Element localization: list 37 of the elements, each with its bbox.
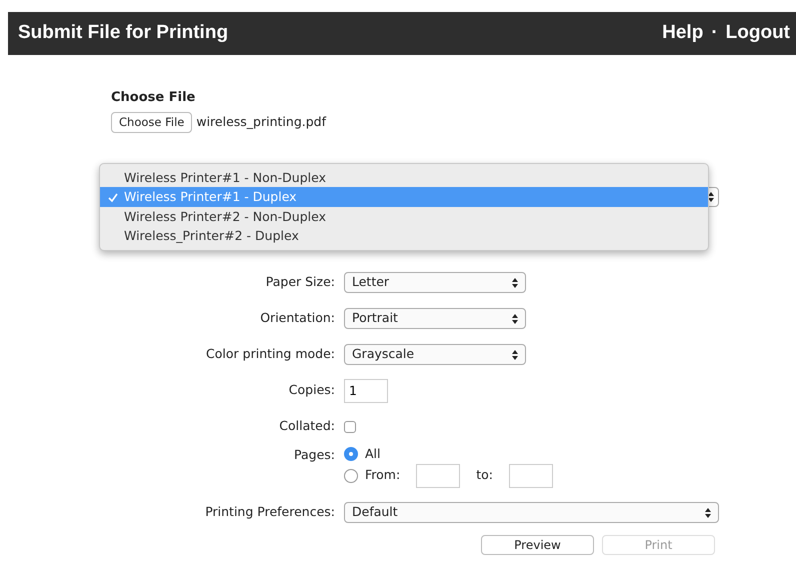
- select-arrows-icon: [708, 192, 714, 202]
- section-heading: Choose File: [111, 89, 196, 107]
- field-label: to:: [476, 466, 493, 484]
- menu-option[interactable]: Wireless_Printer#2 - Duplex: [100, 226, 708, 246]
- field-label: Collated:: [278, 417, 336, 436]
- select-arrows-icon: [512, 350, 518, 360]
- select-field[interactable]: Default: [344, 502, 719, 524]
- link-separator: ·: [711, 21, 718, 46]
- preview-button[interactable]: Preview: [481, 534, 594, 555]
- copies-field[interactable]: 1: [344, 378, 388, 403]
- select-arrows-icon: [705, 508, 711, 518]
- field-label: Copies:: [288, 381, 336, 400]
- page-from-field[interactable]: [416, 464, 460, 488]
- file-name: wireless_printing.pdf: [196, 112, 326, 131]
- menu-option[interactable]: Wireless Printer#2 - Non-Duplex: [100, 206, 708, 226]
- select-arrows-icon: [512, 314, 518, 324]
- page-to-field[interactable]: [508, 464, 553, 488]
- field-label: Paper Size:: [264, 273, 336, 292]
- header-link[interactable]: Logout: [726, 19, 790, 48]
- menu-option[interactable]: Wireless Printer#1 - Non-Duplex: [100, 168, 708, 188]
- choose-file-button[interactable]: Choose File: [111, 112, 192, 133]
- checkbox[interactable]: [344, 420, 356, 433]
- field-label: Orientation:: [259, 309, 336, 328]
- page-title: Submit File for Printing: [18, 21, 228, 46]
- radio-label: All: [365, 444, 380, 463]
- radio-button[interactable]: [344, 447, 358, 462]
- radio-button[interactable]: [344, 468, 358, 482]
- select-field[interactable]: Letter: [344, 272, 526, 294]
- print-button: Print: [602, 534, 715, 555]
- radio-label: From:: [365, 466, 400, 484]
- select-arrows-icon: [512, 278, 518, 288]
- select-field[interactable]: Portrait: [344, 308, 526, 330]
- header-link[interactable]: Help: [662, 19, 704, 48]
- field-label: Printing Preferences:: [204, 503, 336, 522]
- select-field[interactable]: Grayscale: [344, 344, 526, 366]
- field-label: Color printing mode:: [205, 345, 336, 364]
- field-label: Pages:: [293, 446, 336, 464]
